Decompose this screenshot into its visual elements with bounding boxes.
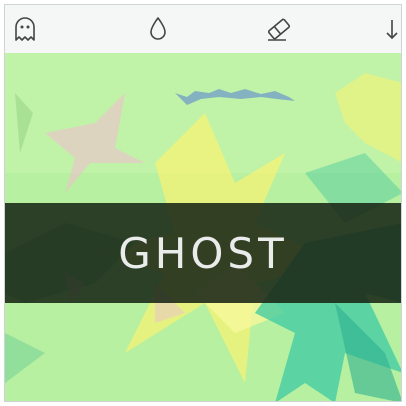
eraser-tool-button[interactable] <box>263 13 295 45</box>
drawing-app-frame: GHOST <box>4 4 402 402</box>
droplet-icon <box>150 17 166 40</box>
more-tools-button[interactable] <box>383 13 401 45</box>
ghost-tool-button[interactable] <box>9 13 41 45</box>
eraser-icon <box>267 18 291 41</box>
drawing-canvas[interactable]: GHOST <box>5 53 401 401</box>
banner-title: GHOST <box>118 228 288 278</box>
dropper-tool-button[interactable] <box>142 13 174 45</box>
title-banner: GHOST <box>5 203 401 303</box>
toolbar <box>5 5 401 54</box>
arrow-down-icon <box>386 20 398 40</box>
ghost-icon <box>15 17 35 41</box>
